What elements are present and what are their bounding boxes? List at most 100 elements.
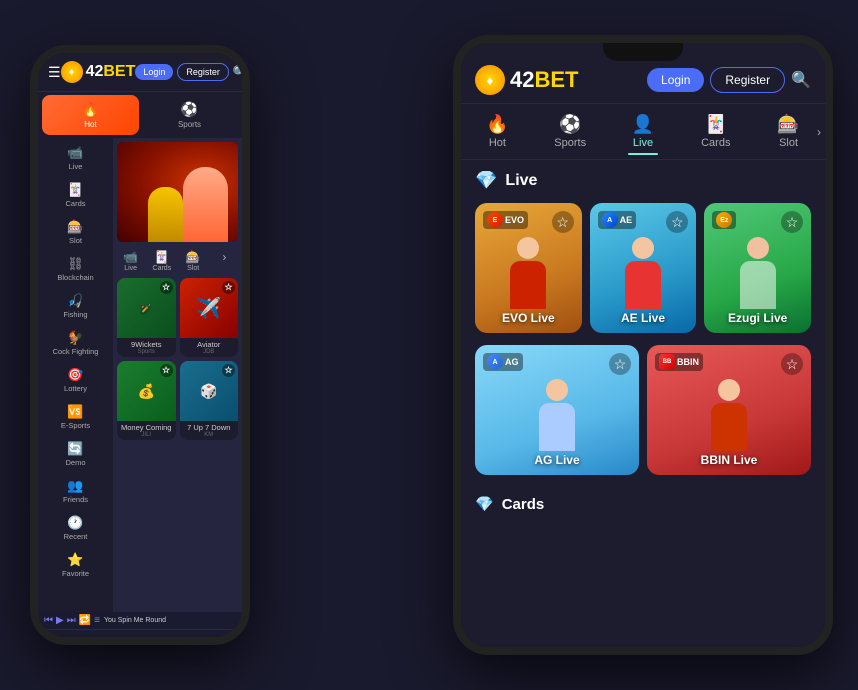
next-button[interactable]: ⏭ bbox=[67, 615, 76, 626]
sub-nav-cards[interactable]: 🃏 Cards bbox=[148, 250, 175, 272]
subnav-slot-icon: 🎰 bbox=[186, 250, 201, 264]
sidebar-item-esports[interactable]: 🆚 E-Sports bbox=[40, 399, 111, 435]
tab-hot[interactable]: 🔥 Hot bbox=[461, 108, 534, 155]
live-card-ezugi[interactable]: Ez ☆ Ezugi Live bbox=[704, 203, 811, 333]
player-controls: ⏮ ▶ ⏭ 🔁 ≡ bbox=[44, 615, 100, 626]
game-label-aviator: Aviator JDB bbox=[180, 338, 239, 357]
repeat-button[interactable]: 🔁 bbox=[79, 615, 91, 626]
sidebar-label-live: Live bbox=[69, 162, 83, 171]
sidebar-label-favorite: Favorite bbox=[62, 569, 89, 578]
search-icon-left[interactable]: 🔍 bbox=[233, 65, 242, 79]
logo-icon-left: ♦ bbox=[61, 61, 83, 83]
hamburger-icon[interactable]: ☰ bbox=[48, 64, 61, 81]
bet-records-strip[interactable]: 📋 Bet Records bbox=[38, 629, 242, 637]
fav-star-9wickets[interactable]: ☆ bbox=[160, 281, 173, 294]
fav-star-aviator[interactable]: ☆ bbox=[222, 281, 235, 294]
game-banner bbox=[117, 142, 238, 242]
bbin-logo: BB BBIN bbox=[655, 353, 703, 371]
live-card-bbin[interactable]: BB BBIN ☆ BBIN Live bbox=[647, 345, 811, 475]
tab-live[interactable]: 👤 Live bbox=[607, 108, 680, 155]
sub-nav-live[interactable]: 📹 Live bbox=[117, 250, 144, 272]
tab-sports[interactable]: ⚽ Sports bbox=[534, 108, 607, 155]
banner-image bbox=[117, 142, 238, 242]
player-track: You Spin Me Round bbox=[104, 617, 236, 624]
sub-nav-more[interactable]: › bbox=[211, 250, 238, 272]
left-phone-header: ☰ ♦ 42BET Login Register 🔍 bbox=[38, 53, 242, 92]
logo-left: ♦ 42BET bbox=[61, 61, 136, 83]
live-section-title: 💎 Live bbox=[475, 170, 811, 191]
play-button[interactable]: ▶ bbox=[56, 615, 64, 626]
live-icon: 📹 bbox=[67, 145, 83, 161]
top-nav-left: 🔥 Hot ⚽ Sports bbox=[38, 92, 242, 138]
login-button-left[interactable]: Login bbox=[135, 64, 173, 80]
live-grid-row2: A AG ☆ AG Live BB BBIN ☆ bbox=[475, 345, 811, 475]
dealer-head-ag bbox=[546, 379, 568, 401]
dealer-ae bbox=[625, 237, 661, 309]
nav-label-hot: Hot bbox=[84, 120, 96, 129]
bbin-star[interactable]: ☆ bbox=[781, 353, 803, 375]
friends-icon: 👥 bbox=[67, 478, 83, 494]
ae-live-label: AE Live bbox=[590, 311, 697, 325]
ae-star[interactable]: ☆ bbox=[666, 211, 688, 233]
sidebar-label-friends: Friends bbox=[63, 495, 88, 504]
sidebar-label-slot: Slot bbox=[69, 236, 82, 245]
sidebar-item-friends[interactable]: 👥 Friends bbox=[40, 473, 111, 509]
nav-item-hot[interactable]: 🔥 Hot bbox=[42, 95, 139, 135]
ag-star[interactable]: ☆ bbox=[609, 353, 631, 375]
game-grid-left: 🏏 ☆ 9Wickets Sports ✈️ ☆ bbox=[113, 274, 242, 444]
dealer-body bbox=[510, 261, 546, 309]
sidebar-label-esports: E-Sports bbox=[61, 421, 90, 430]
live-card-ae[interactable]: A AE ☆ AE Live bbox=[590, 203, 697, 333]
prev-button[interactable]: ⏮ bbox=[44, 615, 53, 626]
left-phone: ☰ ♦ 42BET Login Register 🔍 🔥 Hot ⚽ Sport… bbox=[30, 45, 250, 645]
sidebar-item-fishing[interactable]: 🎣 Fishing bbox=[40, 288, 111, 324]
ae-badge: A bbox=[602, 212, 618, 228]
sidebar-item-live[interactable]: 📹 Live bbox=[40, 140, 111, 176]
dealer-head-ezugi bbox=[747, 237, 769, 259]
register-button-left[interactable]: Register bbox=[177, 63, 229, 81]
cards-title-text: Cards bbox=[502, 496, 545, 513]
tab-slot[interactable]: 🎰 Slot bbox=[752, 108, 825, 155]
sub-nav-slot[interactable]: 🎰 Slot bbox=[180, 250, 207, 272]
fav-star-money[interactable]: ☆ bbox=[160, 364, 173, 377]
game-card-7up7down[interactable]: 🎲 ☆ 7 Up 7 Down KM bbox=[180, 361, 239, 440]
sidebar-item-cards[interactable]: 🃏 Cards bbox=[40, 177, 111, 213]
register-button-right[interactable]: Register bbox=[710, 67, 785, 93]
sidebar-item-favorite[interactable]: ⭐ Favorite bbox=[40, 547, 111, 583]
search-icon-right[interactable]: 🔍 bbox=[791, 70, 811, 90]
esports-icon: 🆚 bbox=[67, 404, 83, 420]
evo-star[interactable]: ☆ bbox=[552, 211, 574, 233]
game-label-9wickets: 9Wickets Sports bbox=[117, 338, 176, 357]
evo-logo: E EVO bbox=[483, 211, 528, 229]
header-buttons-left: Login Register 🔍 bbox=[135, 63, 242, 81]
sidebar-item-cockfight[interactable]: 🐓 Cock Fighting bbox=[40, 325, 111, 361]
fav-star-7up7down[interactable]: ☆ bbox=[222, 364, 235, 377]
sidebar-label-lottery: Lottery bbox=[64, 384, 87, 393]
tab-chevron-icon[interactable]: › bbox=[817, 125, 821, 139]
live-card-evo[interactable]: E EVO ☆ EVO Live bbox=[475, 203, 582, 333]
sidebar-item-slot[interactable]: 🎰 Slot bbox=[40, 214, 111, 250]
logo-text-left: 42BET bbox=[86, 63, 136, 81]
sidebar-item-recent[interactable]: 🕐 Recent bbox=[40, 510, 111, 546]
game-card-aviator[interactable]: ✈️ ☆ Aviator JDB bbox=[180, 278, 239, 357]
sidebar-label-cockfight: Cock Fighting bbox=[53, 347, 99, 356]
sidebar-item-lottery[interactable]: 🎯 Lottery bbox=[40, 362, 111, 398]
tab-sports-label: Sports bbox=[554, 137, 586, 149]
sidebar-label-demo: Demo bbox=[65, 458, 85, 467]
slot-icon: 🎰 bbox=[67, 219, 83, 235]
tab-cards[interactable]: 🃏 Cards bbox=[679, 108, 752, 155]
demo-icon: 🔄 bbox=[67, 441, 83, 457]
game-label-money: Money Coming JILI bbox=[117, 421, 176, 440]
game-label-7up7down: 7 Up 7 Down KM bbox=[180, 421, 239, 440]
nav-item-sports[interactable]: ⚽ Sports bbox=[141, 95, 238, 135]
playlist-button[interactable]: ≡ bbox=[94, 615, 100, 626]
live-card-ag[interactable]: A AG ☆ AG Live bbox=[475, 345, 639, 475]
game-card-9wickets[interactable]: 🏏 ☆ 9Wickets Sports bbox=[117, 278, 176, 357]
subnav-slot-label: Slot bbox=[187, 265, 199, 272]
ezugi-star[interactable]: ☆ bbox=[781, 211, 803, 233]
login-button-right[interactable]: Login bbox=[647, 68, 704, 92]
sidebar-item-blockchain[interactable]: ⛓ Blockchain bbox=[40, 251, 111, 287]
game-card-money-coming[interactable]: 💰 ☆ Money Coming JILI bbox=[117, 361, 176, 440]
sidebar-item-demo[interactable]: 🔄 Demo bbox=[40, 436, 111, 472]
blockchain-icon: ⛓ bbox=[67, 256, 84, 272]
